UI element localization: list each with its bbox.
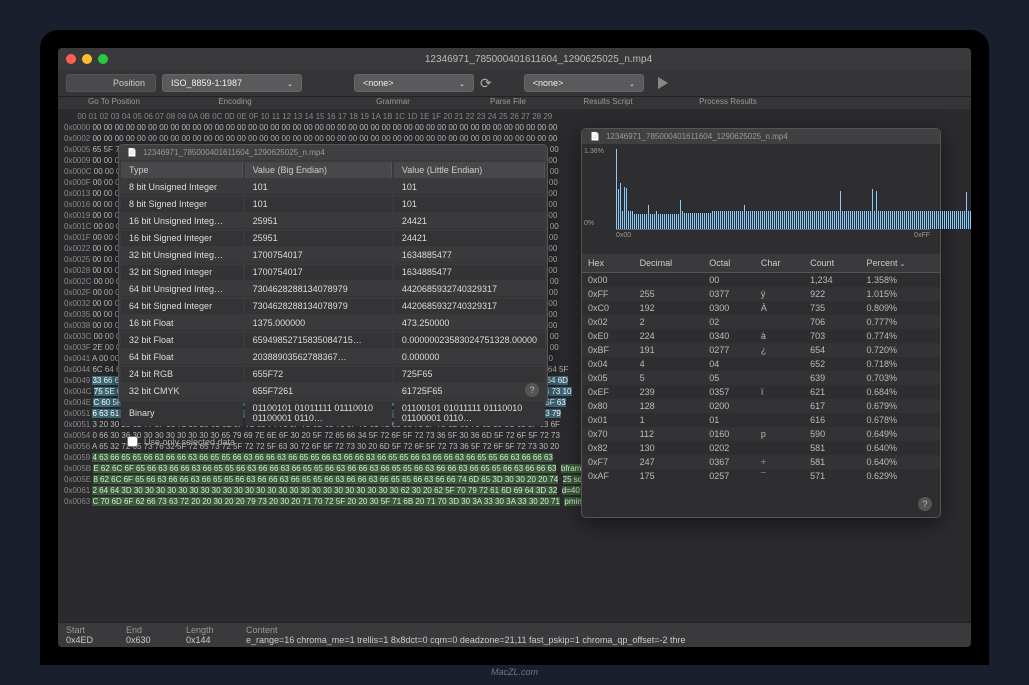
histogram-row[interactable]: 0xC01920300À7350.809%: [582, 301, 940, 315]
histogram-row[interactable]: 0x00001,2341.358%: [582, 273, 940, 288]
parse-file-label: Parse File: [478, 97, 538, 106]
histogram-row[interactable]: 0xFF2550377ÿ9221.015%: [582, 287, 940, 301]
inspector-row[interactable]: 32 bit Float65949852715835084715…0.00000…: [121, 333, 545, 348]
minimize-window-button[interactable]: [82, 54, 92, 64]
go-to-position-label: Go To Position: [66, 97, 162, 106]
results-script-label: Results Script: [538, 97, 678, 106]
histogram-row[interactable]: 0x022027060.777%: [582, 315, 940, 329]
val-content: e_range=16 chroma_me=1 trellis=1 8x8dct=…: [246, 635, 963, 645]
position-button[interactable]: Position: [66, 74, 156, 92]
bottom-bar: Start End Length Content 0x4ED 0x630 0x1…: [58, 622, 971, 647]
window-title: 12346971_785000401611604_1290625025_n.mp…: [114, 54, 963, 65]
toolbar-labels: Go To Position Encoding Grammar Parse Fi…: [58, 97, 971, 109]
inspector-row[interactable]: 64 bit Signed Integer7304628288134078979…: [121, 299, 545, 314]
val-length: 0x144: [186, 635, 246, 645]
col-percent[interactable]: Percent: [860, 254, 940, 273]
help-icon[interactable]: ?: [918, 497, 932, 511]
help-icon[interactable]: ?: [525, 383, 539, 397]
histogram-row[interactable]: 0xAF1750257¯5710.629%: [582, 469, 940, 483]
col-start: Start: [66, 625, 126, 635]
col-length: Length: [186, 625, 246, 635]
histogram-row[interactable]: 0x8213002025810.640%: [582, 441, 940, 455]
col-count[interactable]: Count: [804, 254, 860, 273]
histogram-row[interactable]: 0xF72470367÷5810.640%: [582, 455, 940, 469]
inspector-row[interactable]: 16 bit Unsigned Integ…2595124421: [121, 214, 545, 229]
x-max-label: 0xFF: [914, 232, 930, 239]
col-type[interactable]: Type: [121, 162, 243, 178]
grammar-select[interactable]: <none>: [354, 74, 474, 92]
histogram-row[interactable]: 0x044046520.718%: [582, 357, 940, 371]
toolbar: Position ISO_8859-1:1987 <none> ⟳ <none>: [58, 70, 971, 97]
col-end: End: [126, 625, 186, 635]
results-script-select[interactable]: <none>: [524, 74, 644, 92]
inspector-row[interactable]: Binary01100101 01011111 01110010 0110000…: [121, 401, 545, 426]
col-octal[interactable]: Octal: [703, 254, 755, 273]
inspector-row[interactable]: 24 bit RGB655F72725F65: [121, 367, 545, 382]
histogram-row[interactable]: 0xEF2390357ï6210.684%: [582, 385, 940, 399]
col-char[interactable]: Char: [755, 254, 804, 273]
col-little-endian[interactable]: Value (Little Endian): [394, 162, 545, 178]
parse-file-button[interactable]: ⟳: [480, 75, 492, 92]
process-results-label: Process Results: [678, 97, 778, 106]
y-max-label: 1.36%: [584, 148, 604, 155]
x-min-label: 0x00: [616, 232, 631, 239]
val-start: 0x4ED: [66, 635, 126, 645]
col-hex[interactable]: Hex: [582, 254, 634, 273]
y-min-label: 0%: [584, 220, 594, 227]
inspector-row[interactable]: 16 bit Signed Integer2595124421: [121, 231, 545, 246]
histogram-row[interactable]: 0x055056390.703%: [582, 371, 940, 385]
inspector-row[interactable]: 64 bit Float20388903562788367…0.000000: [121, 350, 545, 365]
process-results-button[interactable]: [658, 77, 668, 89]
inspector-row[interactable]: 32 bit Unsigned Integ…170075401716348854…: [121, 248, 545, 263]
inspector-row[interactable]: 16 bit Float1375.000000473.250000: [121, 316, 545, 331]
histogram-row[interactable]: 0x011016160.678%: [582, 413, 940, 427]
val-end: 0x630: [126, 635, 186, 645]
inspector-row[interactable]: 32 bit CMYK655F726161725F65: [121, 384, 545, 399]
histogram-row[interactable]: 0x8012802006170.679%: [582, 399, 940, 413]
histogram-chart: 1.36% 0% 0x00 0xFF: [582, 144, 940, 254]
encoding-label: Encoding: [162, 97, 308, 106]
data-inspector-popup[interactable]: 12346971_785000401611604_1290625025_n.mp…: [118, 144, 548, 404]
histogram-popup[interactable]: 12346971_785000401611604_1290625025_n.mp…: [581, 128, 941, 518]
encoding-select[interactable]: ISO_8859-1:1987: [162, 74, 302, 92]
popup-title: 12346971_785000401611604_1290625025_n.mp…: [119, 145, 547, 160]
histogram-row[interactable]: 0xE02240340à7030.774%: [582, 329, 940, 343]
titlebar: 12346971_785000401611604_1290625025_n.mp…: [58, 48, 971, 70]
col-content: Content: [246, 625, 963, 635]
maximize-window-button[interactable]: [98, 54, 108, 64]
histogram-row[interactable]: 0x701120160p5900.649%: [582, 427, 940, 441]
histogram-row[interactable]: 0xBF1910277¿6540.720%: [582, 343, 940, 357]
grammar-label: Grammar: [308, 97, 478, 106]
col-big-endian[interactable]: Value (Big Endian): [245, 162, 392, 178]
inspector-row[interactable]: 32 bit Signed Integer1700754017163488547…: [121, 265, 545, 280]
inspector-row[interactable]: 8 bit Unsigned Integer101101: [121, 180, 545, 195]
use-selected-data-label: Use only selected data: [144, 437, 235, 447]
inspector-row[interactable]: 64 bit Unsigned Integ…730462828813407897…: [121, 282, 545, 297]
inspector-row[interactable]: 8 bit Signed Integer101101: [121, 197, 545, 212]
col-decimal[interactable]: Decimal: [634, 254, 704, 273]
brand-watermark: MacZL.com: [491, 667, 538, 677]
close-window-button[interactable]: [66, 54, 76, 64]
popup-title: 12346971_785000401611604_1290625025_n.mp…: [582, 129, 940, 144]
use-selected-data-checkbox[interactable]: [127, 436, 138, 447]
